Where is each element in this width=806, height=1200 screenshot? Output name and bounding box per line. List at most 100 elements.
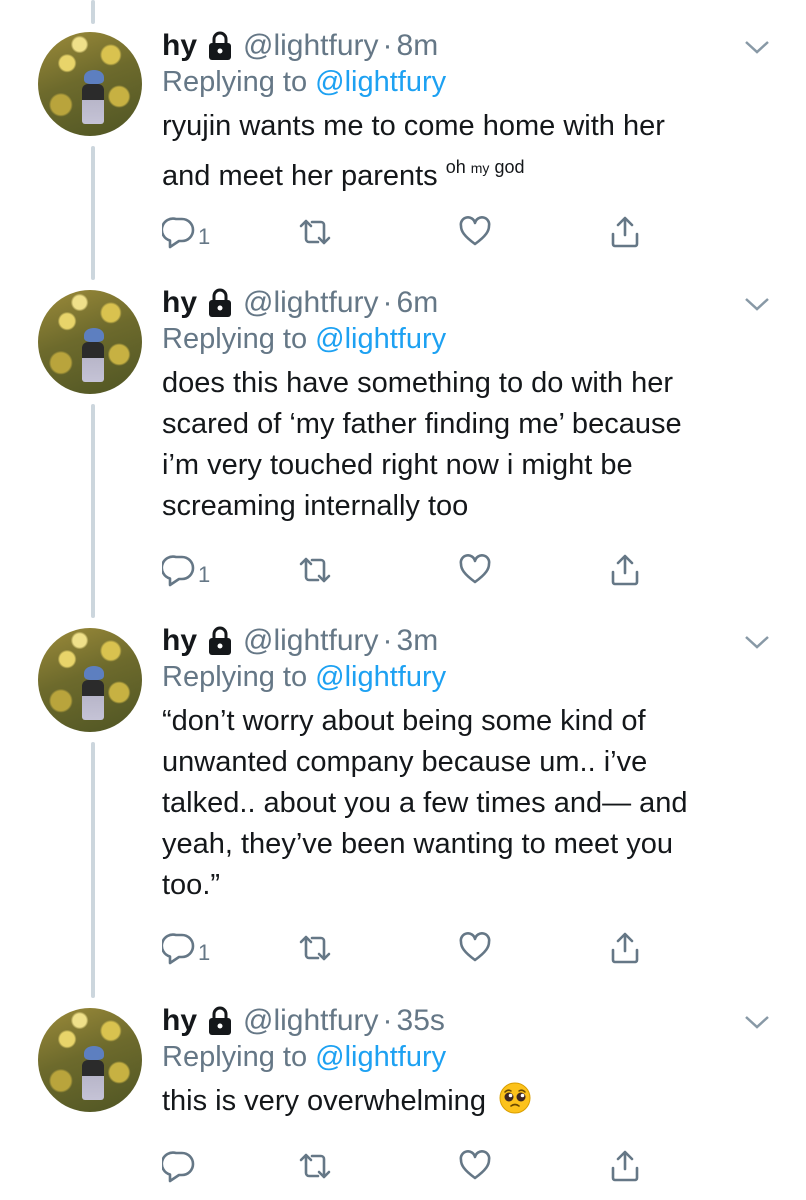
display-name[interactable]: hy bbox=[162, 1003, 197, 1039]
chevron-down-icon[interactable] bbox=[744, 633, 770, 651]
user-handle[interactable]: @lightfury bbox=[243, 28, 379, 64]
retweet-icon bbox=[299, 219, 331, 245]
separator-dot: · bbox=[382, 29, 393, 62]
avatar[interactable] bbox=[38, 290, 142, 394]
tweet-actions: 1 bbox=[162, 212, 662, 252]
retweet-button[interactable] bbox=[298, 1146, 332, 1186]
separator-dot: · bbox=[382, 624, 393, 657]
avatar[interactable] bbox=[38, 1008, 142, 1112]
share-icon bbox=[611, 932, 639, 964]
tweet-text: “don’t worry about being some kind of un… bbox=[162, 701, 766, 906]
replying-to-mention[interactable]: @lightfury bbox=[315, 66, 446, 98]
chevron-down-icon[interactable] bbox=[744, 1013, 770, 1031]
tweet-text-line: “don’t worry about being some kind of bbox=[162, 705, 646, 737]
reply-icon bbox=[162, 217, 195, 249]
reply-icon bbox=[162, 933, 195, 965]
share-button[interactable] bbox=[608, 928, 642, 968]
small-text-part: my bbox=[470, 160, 490, 176]
chevron-down-icon[interactable] bbox=[744, 38, 770, 56]
user-handle[interactable]: @lightfury bbox=[243, 1003, 379, 1039]
chevron-down-icon[interactable] bbox=[744, 295, 770, 313]
display-name[interactable]: hy bbox=[162, 623, 197, 659]
replying-to-mention[interactable]: @lightfury bbox=[315, 323, 446, 355]
tweet-text: this is very overwhelming bbox=[162, 1081, 766, 1122]
reply-icon bbox=[162, 1151, 195, 1183]
tweet-text-line: i’m very touched right now i might be bbox=[162, 449, 633, 481]
tweet-text-line: talked.. about you a few times and— and bbox=[162, 787, 688, 819]
separator-dot: · bbox=[382, 1004, 393, 1037]
like-button[interactable] bbox=[458, 1146, 492, 1186]
tweet-text-line: this is very overwhelming bbox=[162, 1085, 494, 1117]
avatar[interactable] bbox=[38, 628, 142, 732]
timestamp[interactable]: 8m bbox=[397, 28, 439, 64]
display-name[interactable]: hy bbox=[162, 28, 197, 64]
share-icon bbox=[611, 1150, 639, 1182]
tweet-actions bbox=[162, 1146, 662, 1186]
share-button[interactable] bbox=[608, 1146, 642, 1186]
thread-connector bbox=[91, 404, 95, 618]
replying-to-label: Replying to bbox=[162, 323, 316, 355]
replying-to: Replying to @lightfury bbox=[162, 659, 766, 695]
replying-to-mention[interactable]: @lightfury bbox=[315, 661, 446, 693]
lock-icon bbox=[209, 31, 232, 60]
heart-icon bbox=[459, 216, 491, 246]
timestamp[interactable]: 3m bbox=[397, 623, 439, 659]
tweet-text-line: screaming internally too bbox=[162, 490, 469, 522]
tweet-header: hy @lightfury · 6m bbox=[162, 285, 766, 321]
share-button[interactable] bbox=[608, 550, 642, 590]
user-handle[interactable]: @lightfury bbox=[243, 285, 379, 321]
like-button[interactable] bbox=[458, 212, 492, 252]
tweet-text-line: does this have something to do with her bbox=[162, 367, 674, 399]
replying-to-mention[interactable]: @lightfury bbox=[315, 1041, 446, 1073]
share-icon bbox=[611, 554, 639, 586]
thread-connector bbox=[91, 742, 95, 998]
retweet-button[interactable] bbox=[298, 928, 332, 968]
lock-icon bbox=[209, 1006, 232, 1035]
retweet-button[interactable] bbox=[298, 212, 332, 252]
tweet-thread: hy @lightfury · 8m Replying to @lightfur… bbox=[0, 0, 806, 1200]
heart-icon bbox=[459, 1150, 491, 1180]
replying-to: Replying to @lightfury bbox=[162, 1039, 766, 1075]
replying-to-label: Replying to bbox=[162, 66, 316, 98]
like-button[interactable] bbox=[458, 550, 492, 590]
small-text: oh my god bbox=[446, 157, 525, 177]
tweet-actions: 1 bbox=[162, 550, 662, 590]
display-name[interactable]: hy bbox=[162, 285, 197, 321]
retweet-icon bbox=[299, 1153, 331, 1179]
reply-count: 1 bbox=[198, 562, 211, 587]
reply-button[interactable]: 1 bbox=[162, 550, 210, 590]
tweet-text-line: unwanted company because um.. i’ve bbox=[162, 746, 648, 778]
retweet-icon bbox=[299, 935, 331, 961]
tweet-text-line: yeah, they’ve been wanting to meet you bbox=[162, 828, 674, 860]
tweet-text: ryujin wants me to come home with her an… bbox=[162, 106, 766, 197]
replying-to-label: Replying to bbox=[162, 661, 316, 693]
timestamp[interactable]: 35s bbox=[397, 1003, 445, 1039]
timestamp[interactable]: 6m bbox=[397, 285, 439, 321]
replying-to: Replying to @lightfury bbox=[162, 321, 766, 357]
avatar[interactable] bbox=[38, 32, 142, 136]
tweet-text-line: ryujin wants me to come home with her bbox=[162, 110, 665, 142]
thread-connector bbox=[91, 146, 95, 280]
share-icon bbox=[611, 216, 639, 248]
tweet-text-line: too.” bbox=[162, 869, 221, 901]
retweet-icon bbox=[299, 557, 331, 583]
tweet-text: does this have something to do with her … bbox=[162, 363, 766, 527]
separator-dot: · bbox=[382, 286, 393, 319]
reply-button[interactable] bbox=[162, 1146, 198, 1186]
heart-icon bbox=[459, 554, 491, 584]
tweet-actions: 1 bbox=[162, 928, 662, 968]
tweet-text-line: scared of ‘my father finding me’ because bbox=[162, 408, 682, 440]
tweet-text-line: and meet her parents bbox=[162, 160, 446, 192]
reply-button[interactable]: 1 bbox=[162, 212, 210, 252]
reply-count: 1 bbox=[198, 224, 211, 249]
share-button[interactable] bbox=[608, 212, 642, 252]
reply-button[interactable]: 1 bbox=[162, 928, 210, 968]
lock-icon bbox=[209, 288, 232, 317]
like-button[interactable] bbox=[458, 928, 492, 968]
tweet-header: hy @lightfury · 3m bbox=[162, 623, 766, 659]
retweet-button[interactable] bbox=[298, 550, 332, 590]
small-text-part: oh bbox=[445, 157, 471, 177]
heart-icon bbox=[459, 932, 491, 962]
reply-icon bbox=[162, 555, 195, 587]
user-handle[interactable]: @lightfury bbox=[243, 623, 379, 659]
